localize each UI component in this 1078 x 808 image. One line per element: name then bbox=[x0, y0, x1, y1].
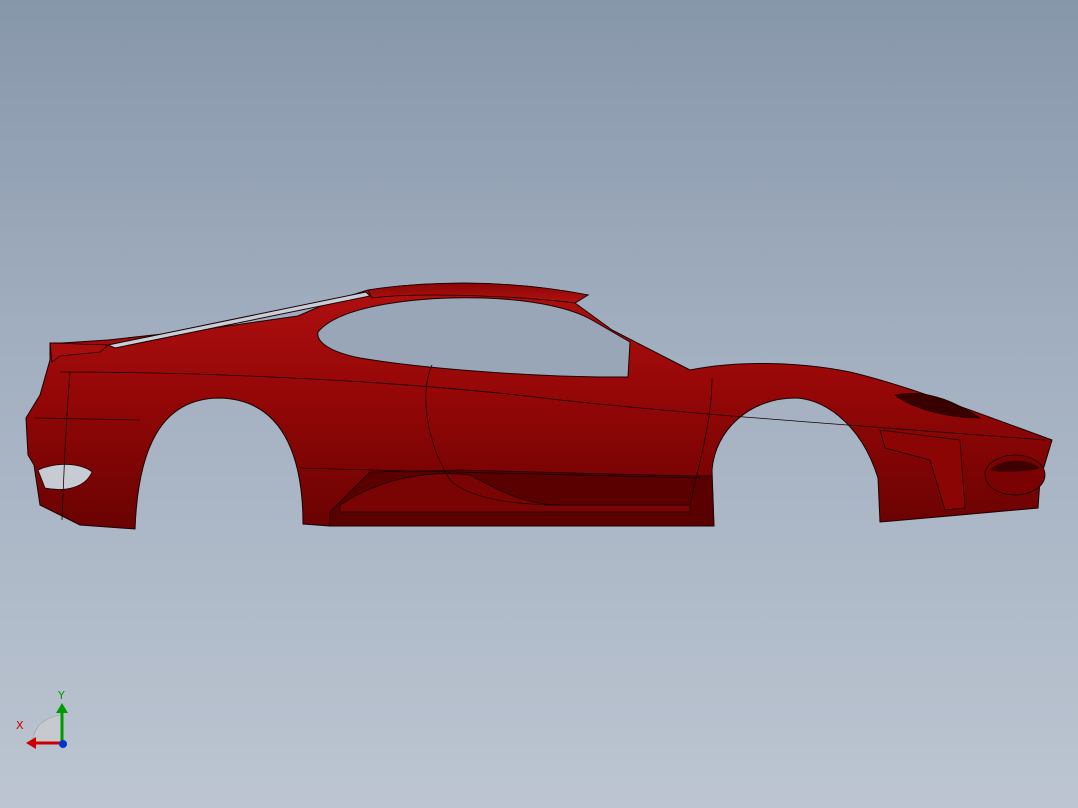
car-body-model[interactable] bbox=[0, 0, 1078, 808]
axis-triad: X Y bbox=[10, 685, 80, 755]
axis-y-label: Y bbox=[58, 689, 65, 702]
axis-x-label: X bbox=[16, 719, 24, 732]
graphics-viewport[interactable]: X Y bbox=[0, 0, 1078, 808]
